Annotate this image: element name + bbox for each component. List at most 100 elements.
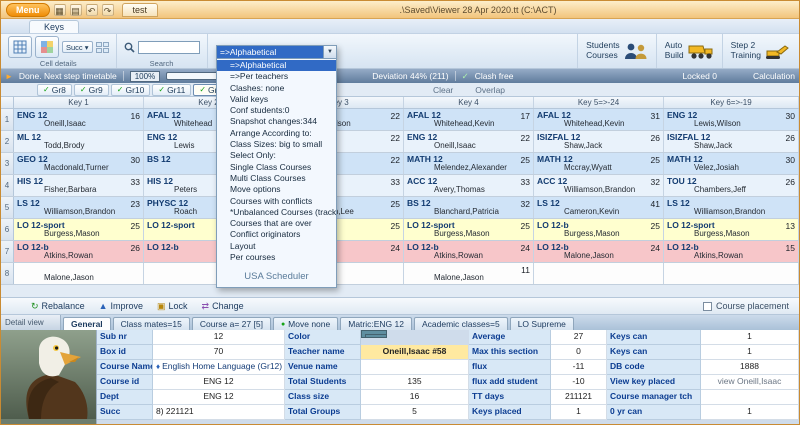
- grid-cell[interactable]: LO 12-b Burgess,Mason 25: [534, 219, 664, 240]
- detail-tab-academic-classes-5[interactable]: Academic classes=5: [413, 317, 508, 330]
- detail-value[interactable]: 1: [701, 405, 799, 420]
- dropdown-item[interactable]: Multi Class Courses: [217, 173, 336, 184]
- detail-value[interactable]: ♦ English Home Language (Gr12): [153, 360, 285, 375]
- row-number[interactable]: 1: [1, 109, 14, 130]
- dropdown-item[interactable]: Snapshot changes:344: [217, 116, 336, 127]
- dropdown-item[interactable]: Courses that are over: [217, 218, 336, 229]
- grid-cell[interactable]: GEO 12 Macdonald,Turner 30: [14, 153, 144, 174]
- detail-value[interactable]: 1: [701, 345, 799, 360]
- grid-cell[interactable]: HIS 12 Fisher,Barbara 33: [14, 175, 144, 196]
- step2-training-button[interactable]: Step 2 Training: [721, 34, 799, 68]
- grid-cell[interactable]: AFAL 12 Whitehead,Kevin 17: [404, 109, 534, 130]
- students-courses-button[interactable]: Students Courses: [577, 34, 656, 68]
- clear-label[interactable]: Clear: [433, 85, 453, 95]
- grid-cell[interactable]: LO 12-b Atkins,Rowan 24: [404, 241, 534, 262]
- detail-value[interactable]: -10: [551, 375, 607, 390]
- grid-cell[interactable]: LO 12-b Atkins,Rowan 15: [664, 241, 799, 262]
- detail-value[interactable]: 0: [551, 345, 607, 360]
- row-number[interactable]: 8: [1, 263, 14, 284]
- detail-value[interactable]: 5: [361, 405, 469, 420]
- cell-options-icons[interactable]: [95, 41, 109, 53]
- detail-value[interactable]: ENG 12: [153, 390, 285, 405]
- grade-tab-gr10[interactable]: ✓ Gr10: [110, 83, 151, 96]
- detail-value[interactable]: [361, 330, 387, 338]
- dropdown-item[interactable]: Class Sizes: big to small: [217, 139, 336, 150]
- detail-tab-class-mates-15[interactable]: Class mates=15: [112, 317, 190, 330]
- dropdown-item[interactable]: Layout: [217, 241, 336, 252]
- dropdown-item[interactable]: Single Class Courses: [217, 162, 336, 173]
- detail-tab-move-none[interactable]: ● Move none: [272, 317, 339, 330]
- grid-cell[interactable]: ISIZFAL 12 Shaw,Jack 26: [534, 131, 664, 152]
- course-placement-checkbox[interactable]: [702, 301, 712, 311]
- arrange-combo[interactable]: =>Alphabetical ▼: [216, 45, 337, 59]
- undo-icon[interactable]: ↶: [85, 3, 98, 16]
- grid-cell[interactable]: LS 12 Williamson,Brandon 23: [14, 197, 144, 218]
- menu-button[interactable]: Menu: [6, 2, 50, 17]
- column-header[interactable]: Key 5=>-24: [534, 97, 664, 108]
- dropdown-item[interactable]: Select Only:: [217, 150, 336, 161]
- grade-tab-gr8[interactable]: ✓ Gr8: [37, 83, 72, 96]
- succ-dropdown[interactable]: Succ ▾: [62, 41, 93, 53]
- grid-cell[interactable]: ENG 12 Lewis,Wilson 30: [664, 109, 799, 130]
- grid-cell[interactable]: ISIZFAL 12 Shaw,Jack 26: [664, 131, 799, 152]
- status-calculation[interactable]: Calculation: [753, 71, 795, 81]
- row-number[interactable]: 2: [1, 131, 14, 152]
- dropdown-item[interactable]: =>Alphabetical: [217, 60, 336, 72]
- grade-tab-gr9[interactable]: ✓ Gr9: [73, 83, 109, 96]
- search-input[interactable]: [137, 40, 200, 54]
- detail-value[interactable]: 27: [551, 330, 607, 345]
- grid-cell[interactable]: ENG 12 Oneill,Isaac 22: [404, 131, 534, 152]
- grid-cell[interactable]: LO 12-b Malone,Jason 24: [534, 241, 664, 262]
- grade-tab-gr11[interactable]: ✓ Gr11: [152, 83, 192, 96]
- dropdown-item[interactable]: =>Per teachers: [217, 71, 336, 82]
- grid-cell[interactable]: LO 12-sport Burgess,Mason 13: [664, 219, 799, 240]
- detail-value[interactable]: 135: [361, 375, 469, 390]
- detail-tab-course-a-27-5-[interactable]: Course a= 27 [5]: [191, 317, 271, 330]
- color-swatch[interactable]: [365, 333, 386, 337]
- row-number[interactable]: 3: [1, 153, 14, 174]
- tab-keys[interactable]: Keys: [29, 20, 80, 33]
- grid-cell[interactable]: LO 12-b Atkins,Rowan 26: [14, 241, 144, 262]
- grid-cell[interactable]: LO 12-sport Burgess,Mason 25: [404, 219, 534, 240]
- grid-cell[interactable]: AFAL 12 Whitehead,Kevin 31: [534, 109, 664, 130]
- grid-cell[interactable]: TOU 12 Chambers,Jeff 26: [664, 175, 799, 196]
- detail-value[interactable]: 8) 221121: [153, 405, 285, 420]
- row-number[interactable]: 6: [1, 219, 14, 240]
- dropdown-item[interactable]: *Unbalanced Courses (tracker): [217, 207, 336, 218]
- detail-value[interactable]: ENG 12: [153, 375, 285, 390]
- dropdown-item[interactable]: Per courses: [217, 252, 336, 263]
- detail-value[interactable]: view Oneill,Isaac: [701, 375, 799, 390]
- dropdown-item[interactable]: Conf students:0: [217, 105, 336, 116]
- detail-value[interactable]: 12: [153, 330, 285, 345]
- redo-icon[interactable]: ↷: [101, 3, 114, 16]
- lock-button[interactable]: ▣ Lock: [157, 301, 188, 312]
- column-header[interactable]: Key 4: [404, 97, 534, 108]
- detail-value[interactable]: 1: [551, 405, 607, 420]
- chevron-down-icon[interactable]: ▼: [323, 46, 336, 58]
- row-number[interactable]: 4: [1, 175, 14, 196]
- detail-value[interactable]: 1888: [701, 360, 799, 375]
- column-header[interactable]: Key 1: [14, 97, 144, 108]
- grid-cell[interactable]: ENG 12 Oneill,Isaac 16: [14, 109, 144, 130]
- grid-cell[interactable]: MATH 12 Melendez,Alexander 25: [404, 153, 534, 174]
- column-header[interactable]: Key 6=>-19: [664, 97, 799, 108]
- dropdown-item[interactable]: Courses with conflicts: [217, 196, 336, 207]
- dropdown-item[interactable]: Valid keys: [217, 94, 336, 105]
- grid-cell[interactable]: LS 12 Williamson,Brandon: [664, 197, 799, 218]
- detail-value[interactable]: Oneill,Isaac #58: [361, 345, 469, 360]
- detail-value[interactable]: 211121: [551, 390, 607, 405]
- color-view-button[interactable]: [35, 36, 59, 58]
- detail-tab-matric-eng-12[interactable]: Matric:ENG 12: [340, 317, 412, 330]
- print-icon[interactable]: ▤: [69, 3, 82, 16]
- dropdown-item[interactable]: Clashes: none: [217, 83, 336, 94]
- course-placement-option[interactable]: Course placement: [702, 301, 789, 311]
- detail-value[interactable]: 16: [361, 390, 469, 405]
- grid-cell[interactable]: ACC 12 Williamson,Brandon 32: [534, 175, 664, 196]
- detail-view-corner[interactable]: Detail view: [1, 315, 61, 330]
- dropdown-item[interactable]: Arrange According to:: [217, 128, 336, 139]
- detail-tab-general[interactable]: General: [63, 317, 111, 330]
- grid-cell[interactable]: Malone,Jason 11: [404, 263, 534, 284]
- detail-value[interactable]: 70: [153, 345, 285, 360]
- auto-build-button[interactable]: Auto Build: [655, 34, 722, 68]
- grid-view-button[interactable]: [8, 36, 32, 58]
